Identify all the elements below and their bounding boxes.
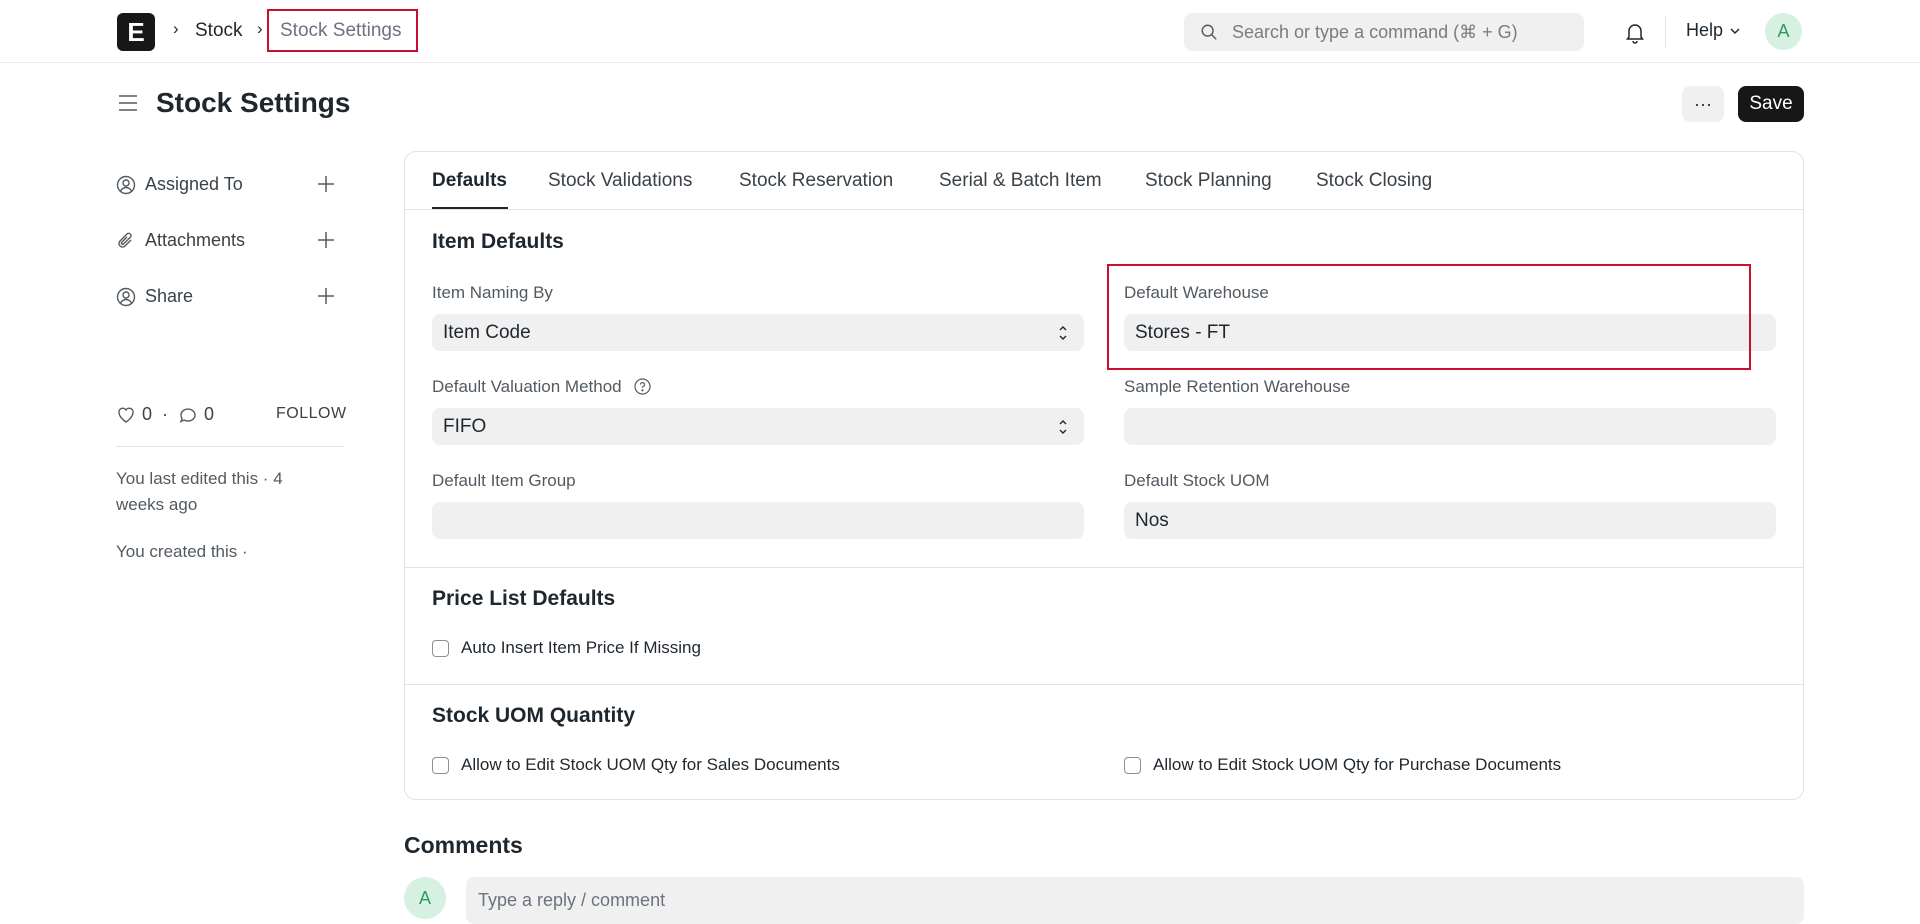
tab-stock-reservation[interactable]: Stock Reservation	[739, 170, 893, 192]
allow-edit-uom-purchase-checkbox-row[interactable]: Allow to Edit Stock UOM Qty for Purchase…	[1124, 755, 1561, 775]
default-stock-uom-field[interactable]: Nos	[1124, 502, 1776, 539]
share-user-icon	[116, 287, 136, 306]
tab-stock-closing[interactable]: Stock Closing	[1316, 170, 1432, 192]
allow-edit-uom-purchase-label: Allow to Edit Stock UOM Qty for Purchase…	[1153, 755, 1562, 774]
section-title-stock-uom-quantity: Stock UOM Quantity	[432, 704, 636, 727]
help-menu[interactable]: Help	[1686, 20, 1741, 41]
sample-retention-warehouse-label: Sample Retention Warehouse	[1124, 377, 1351, 396]
tab-defaults[interactable]: Defaults	[432, 170, 507, 192]
allow-edit-uom-purchase-checkbox[interactable]	[1124, 756, 1141, 774]
chevron-right-icon: ›	[257, 19, 263, 38]
sidebar-item-label: Assigned To	[145, 174, 243, 194]
auto-insert-item-price-checkbox[interactable]	[432, 639, 449, 657]
last-edited-text: You last edited this · 4 weeks ago	[116, 469, 283, 514]
search-bar[interactable]: Search or type a command (⌘ + G)	[1184, 13, 1584, 51]
default-warehouse-highlight-box	[1107, 264, 1751, 370]
sidebar-item-share[interactable]: Share	[116, 286, 193, 307]
default-stock-uom-value: Nos	[1135, 509, 1169, 531]
section-divider	[405, 684, 1803, 685]
add-assignee-icon[interactable]	[316, 174, 336, 194]
section-title-item-defaults: Item Defaults	[432, 230, 564, 253]
default-stock-uom-label: Default Stock UOM	[1124, 471, 1270, 490]
comment-input[interactable]: Type a reply / comment	[466, 877, 1804, 924]
created-text: You created this ·	[116, 542, 248, 561]
section-title-price-list-defaults: Price List Defaults	[432, 587, 616, 610]
tab-bar: Defaults Stock Validations Stock Reserva…	[405, 152, 1803, 210]
search-icon	[1201, 24, 1217, 40]
more-options-button[interactable]: ···	[1682, 86, 1724, 122]
allow-edit-uom-sales-checkbox-row[interactable]: Allow to Edit Stock UOM Qty for Sales Do…	[432, 755, 840, 775]
save-button[interactable]: Save	[1738, 86, 1804, 122]
navbar-divider	[1665, 16, 1666, 48]
add-share-icon[interactable]	[316, 286, 336, 306]
chevron-down-icon	[1730, 27, 1740, 34]
top-navbar: E › Stock › Stock Settings Search or typ…	[0, 0, 1920, 63]
section-divider	[405, 567, 1803, 568]
default-item-group-label: Default Item Group	[432, 471, 576, 490]
follow-button[interactable]: FOLLOW	[276, 405, 347, 423]
comments-title: Comments	[404, 832, 523, 858]
separator-dot: ·	[162, 404, 169, 424]
sidebar-item-label: Attachments	[145, 230, 246, 250]
form-card: Defaults Stock Validations Stock Reserva…	[404, 151, 1804, 800]
sample-retention-warehouse-field[interactable]	[1124, 408, 1776, 445]
help-circle-icon[interactable]	[634, 378, 651, 395]
heart-icon[interactable]	[116, 405, 136, 425]
hamburger-menu-icon[interactable]	[117, 92, 139, 114]
paperclip-icon	[118, 232, 132, 248]
active-tab-indicator	[432, 207, 508, 209]
assign-user-icon	[116, 175, 136, 194]
bell-icon[interactable]	[1623, 20, 1647, 44]
auto-insert-item-price-label: Auto Insert Item Price If Missing	[461, 638, 701, 657]
default-valuation-method-value: FIFO	[443, 415, 487, 437]
user-avatar[interactable]: A	[1765, 13, 1802, 50]
help-label: Help	[1686, 20, 1724, 40]
select-arrows-icon	[1059, 326, 1067, 340]
add-attachment-icon[interactable]	[316, 230, 336, 250]
allow-edit-uom-sales-checkbox[interactable]	[432, 756, 449, 774]
comment-avatar: A	[404, 877, 446, 919]
tab-stock-validations[interactable]: Stock Validations	[548, 170, 692, 192]
chevron-right-icon: ›	[173, 19, 179, 38]
auto-insert-item-price-checkbox-row[interactable]: Auto Insert Item Price If Missing	[432, 638, 701, 658]
search-placeholder: Search or type a command (⌘ + G)	[1232, 21, 1518, 42]
sidebar-divider	[116, 446, 344, 447]
likes-count: 0	[142, 404, 153, 424]
comment-icon[interactable]	[178, 405, 198, 425]
item-naming-by-label: Item Naming By	[432, 283, 553, 302]
app-logo[interactable]: E	[117, 13, 155, 51]
sidebar-item-assigned-to[interactable]: Assigned To	[116, 174, 243, 195]
select-arrows-icon	[1059, 420, 1067, 434]
comments-count: 0	[204, 404, 215, 424]
sidebar-item-label: Share	[145, 286, 194, 306]
breadcrumb-highlight-box	[267, 9, 418, 52]
default-valuation-method-label: Default Valuation Method	[432, 377, 651, 397]
default-valuation-method-label-text: Default Valuation Method	[432, 377, 622, 396]
default-item-group-field[interactable]	[432, 502, 1084, 539]
breadcrumb-stock[interactable]: Stock	[195, 20, 243, 42]
likes-comments-counter: 0 · 0	[116, 404, 214, 425]
tab-stock-planning[interactable]: Stock Planning	[1145, 170, 1272, 192]
allow-edit-uom-sales-label: Allow to Edit Stock UOM Qty for Sales Do…	[461, 755, 840, 774]
tab-serial-batch-item[interactable]: Serial & Batch Item	[939, 170, 1102, 192]
page-title: Stock Settings	[156, 87, 351, 118]
item-naming-by-value: Item Code	[443, 321, 531, 343]
default-valuation-method-select[interactable]: FIFO	[432, 408, 1084, 445]
item-naming-by-select[interactable]: Item Code	[432, 314, 1084, 351]
sidebar-item-attachments[interactable]: Attachments	[116, 230, 245, 251]
